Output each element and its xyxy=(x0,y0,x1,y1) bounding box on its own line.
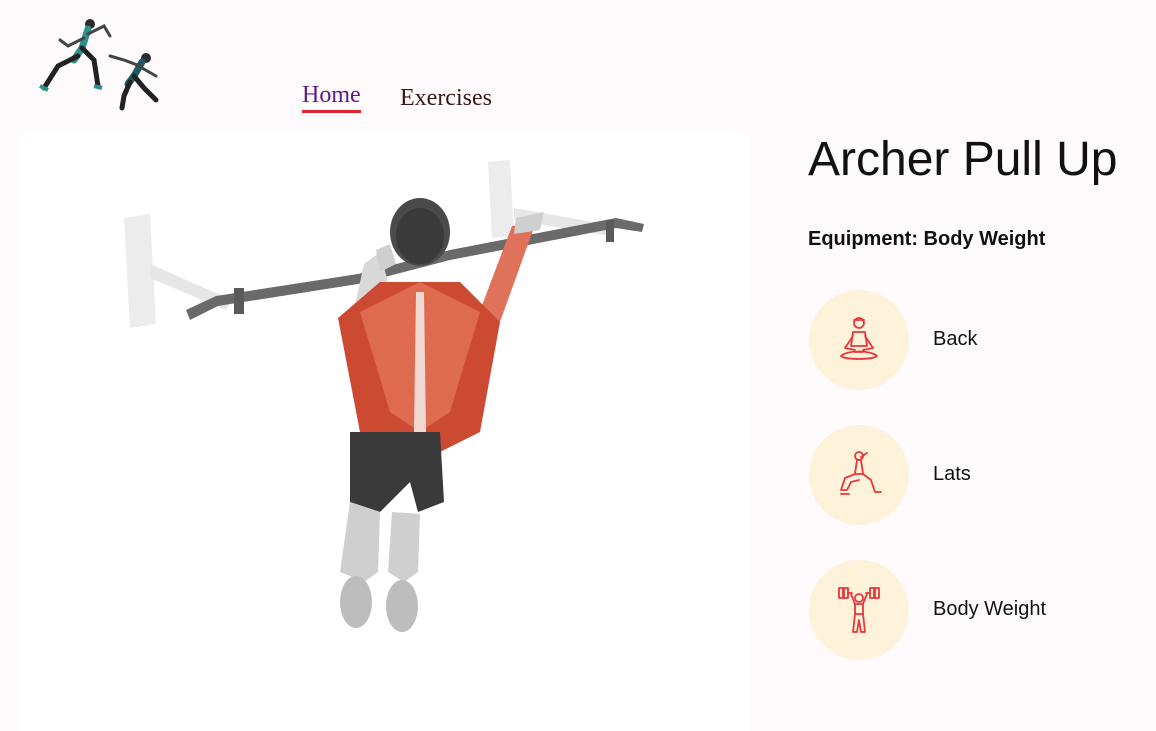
detail-item-back[interactable]: Back xyxy=(808,290,1128,390)
runners-logo-icon[interactable] xyxy=(38,16,164,112)
detail-item-label: Back xyxy=(933,328,978,350)
detail-item-lats[interactable]: Lats xyxy=(808,425,1128,525)
detail-item-body-weight[interactable]: Body Weight xyxy=(808,560,1128,660)
meditation-pose-icon xyxy=(840,317,878,360)
icon-circle xyxy=(809,425,909,525)
icon-circle xyxy=(809,290,909,390)
archer-pull-up-illustration xyxy=(124,160,644,632)
detail-item-label: Lats xyxy=(933,463,971,485)
lunge-pose-icon xyxy=(840,451,882,495)
nav-home-link[interactable]: Home xyxy=(302,82,361,113)
exercise-title: Archer Pull Up xyxy=(808,133,1118,186)
equipment-label: Equipment: Body Weight xyxy=(808,228,1046,250)
dumbbell-lift-icon xyxy=(838,587,880,633)
icon-circle xyxy=(809,560,909,660)
exercise-gif xyxy=(20,132,749,731)
nav-exercises-link[interactable]: Exercises xyxy=(400,85,492,112)
detail-item-label: Body Weight xyxy=(933,598,1047,620)
